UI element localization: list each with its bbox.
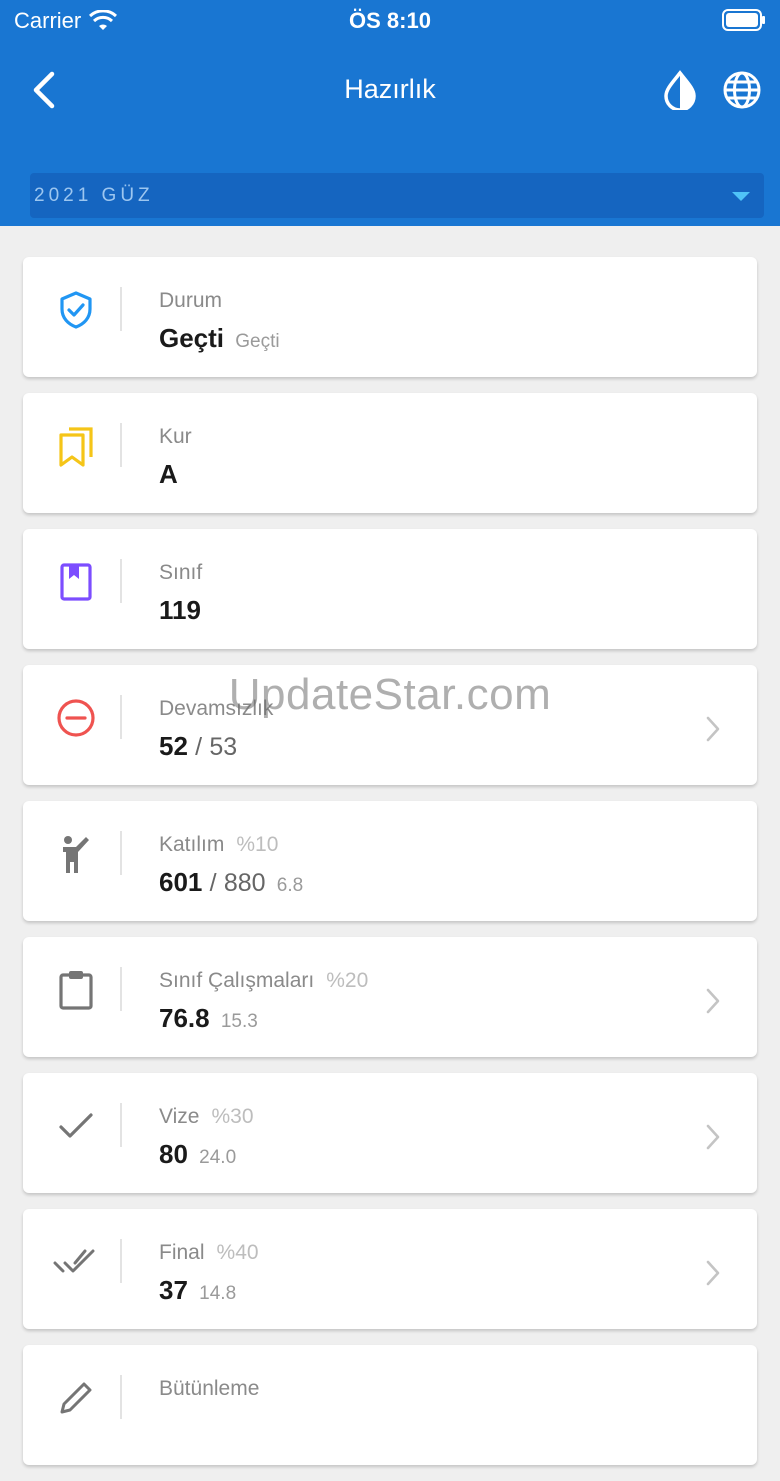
card-label: Sınıf	[159, 561, 203, 584]
card-value: 76.8 15.3	[159, 1003, 258, 1034]
weighted-score: 24.0	[199, 1147, 237, 1168]
status-time: ÖS 8:10	[349, 8, 431, 33]
weight-percent: %40	[216, 1241, 259, 1264]
divider	[120, 1375, 122, 1419]
check-icon	[53, 1103, 99, 1149]
final-score: 37	[159, 1275, 188, 1305]
participation-score: 601	[159, 867, 203, 897]
chevron-right-icon	[705, 715, 721, 748]
card-label: Devamsızlık	[159, 697, 274, 720]
nav-bar: Hazırlık	[0, 56, 780, 126]
book-icon	[53, 559, 99, 605]
clipboard-icon	[53, 967, 99, 1013]
card-makeup[interactable]: Bütünleme	[23, 1345, 757, 1465]
weighted-score: 6.8	[276, 875, 304, 896]
card-value: 80 24.0	[159, 1139, 236, 1170]
status-detail: Geçti	[235, 331, 280, 352]
absence-limit: 53	[209, 733, 238, 761]
card-status: Durum Geçti Geçti	[23, 257, 757, 377]
weighted-score: 14.8	[199, 1283, 237, 1304]
shield-check-icon	[53, 287, 99, 333]
weighted-score: 15.3	[220, 1011, 258, 1032]
card-label: Final %40	[159, 1241, 259, 1264]
card-label: Vize %30	[159, 1105, 254, 1128]
card-midterm[interactable]: Vize %30 80 24.0	[23, 1073, 757, 1193]
card-value: Geçti Geçti	[159, 323, 280, 354]
language-button[interactable]	[720, 68, 764, 112]
person-raise-hand-icon	[53, 831, 99, 877]
divider	[120, 831, 122, 875]
pencil-icon	[53, 1375, 99, 1421]
triangle-down-icon	[732, 192, 750, 201]
card-label: Katılım %10	[159, 833, 279, 856]
card-class: Sınıf 119	[23, 529, 757, 649]
card-class-work[interactable]: Sınıf Çalışmaları %20 76.8 15.3	[23, 937, 757, 1057]
globe-icon	[723, 71, 761, 109]
chevron-right-icon	[705, 1123, 721, 1156]
card-participation: Katılım %10 601 / 880 6.8	[23, 801, 757, 921]
card-value: 37 14.8	[159, 1275, 236, 1306]
card-label: Kur	[159, 425, 192, 448]
semester-select[interactable]: 2021 GÜZ	[30, 173, 764, 218]
status-value: Geçti	[159, 323, 225, 353]
midterm-score: 80	[159, 1139, 188, 1169]
double-check-icon	[53, 1239, 99, 1285]
bookmarks-icon	[53, 423, 99, 469]
drop-icon	[664, 70, 696, 110]
theme-button[interactable]	[658, 68, 702, 112]
card-value: 601 / 880 6.8	[159, 867, 303, 898]
card-value: 119	[159, 595, 201, 626]
grade-cards: Durum Geçti Geçti Kur A Sınıf 119 Devams…	[23, 257, 757, 1481]
status-bar: Carrier ÖS 8:10	[0, 0, 780, 40]
card-label: Bütünleme	[159, 1377, 260, 1400]
chevron-right-icon	[705, 1259, 721, 1292]
separator: /	[195, 733, 203, 761]
divider	[120, 967, 122, 1011]
card-absence[interactable]: Devamsızlık 52 / 53	[23, 665, 757, 785]
divider	[120, 1103, 122, 1147]
participation-total: 880	[223, 869, 266, 897]
card-label: Durum	[159, 289, 223, 312]
absence-count: 52	[159, 731, 188, 761]
header: Carrier ÖS 8:10 Hazırlık 2021 GÜZ	[0, 0, 780, 226]
weight-percent: %10	[236, 833, 279, 856]
class-value: 119	[159, 595, 201, 625]
weight-percent: %30	[211, 1105, 254, 1128]
divider	[120, 287, 122, 331]
divider	[120, 1239, 122, 1283]
separator: /	[209, 869, 217, 897]
class-work-score: 76.8	[159, 1003, 210, 1033]
card-value: A	[159, 459, 178, 490]
card-label: Sınıf Çalışmaları %20	[159, 969, 369, 992]
level-value: A	[159, 459, 178, 489]
weight-percent: %20	[326, 969, 369, 992]
card-value: 52 / 53	[159, 731, 237, 762]
card-level: Kur A	[23, 393, 757, 513]
battery-icon	[722, 9, 766, 37]
divider	[120, 559, 122, 603]
minus-circle-icon	[53, 695, 99, 741]
divider	[120, 423, 122, 467]
semester-label: 2021 GÜZ	[34, 184, 154, 206]
divider	[120, 695, 122, 739]
card-final[interactable]: Final %40 37 14.8	[23, 1209, 757, 1329]
chevron-right-icon	[705, 987, 721, 1020]
